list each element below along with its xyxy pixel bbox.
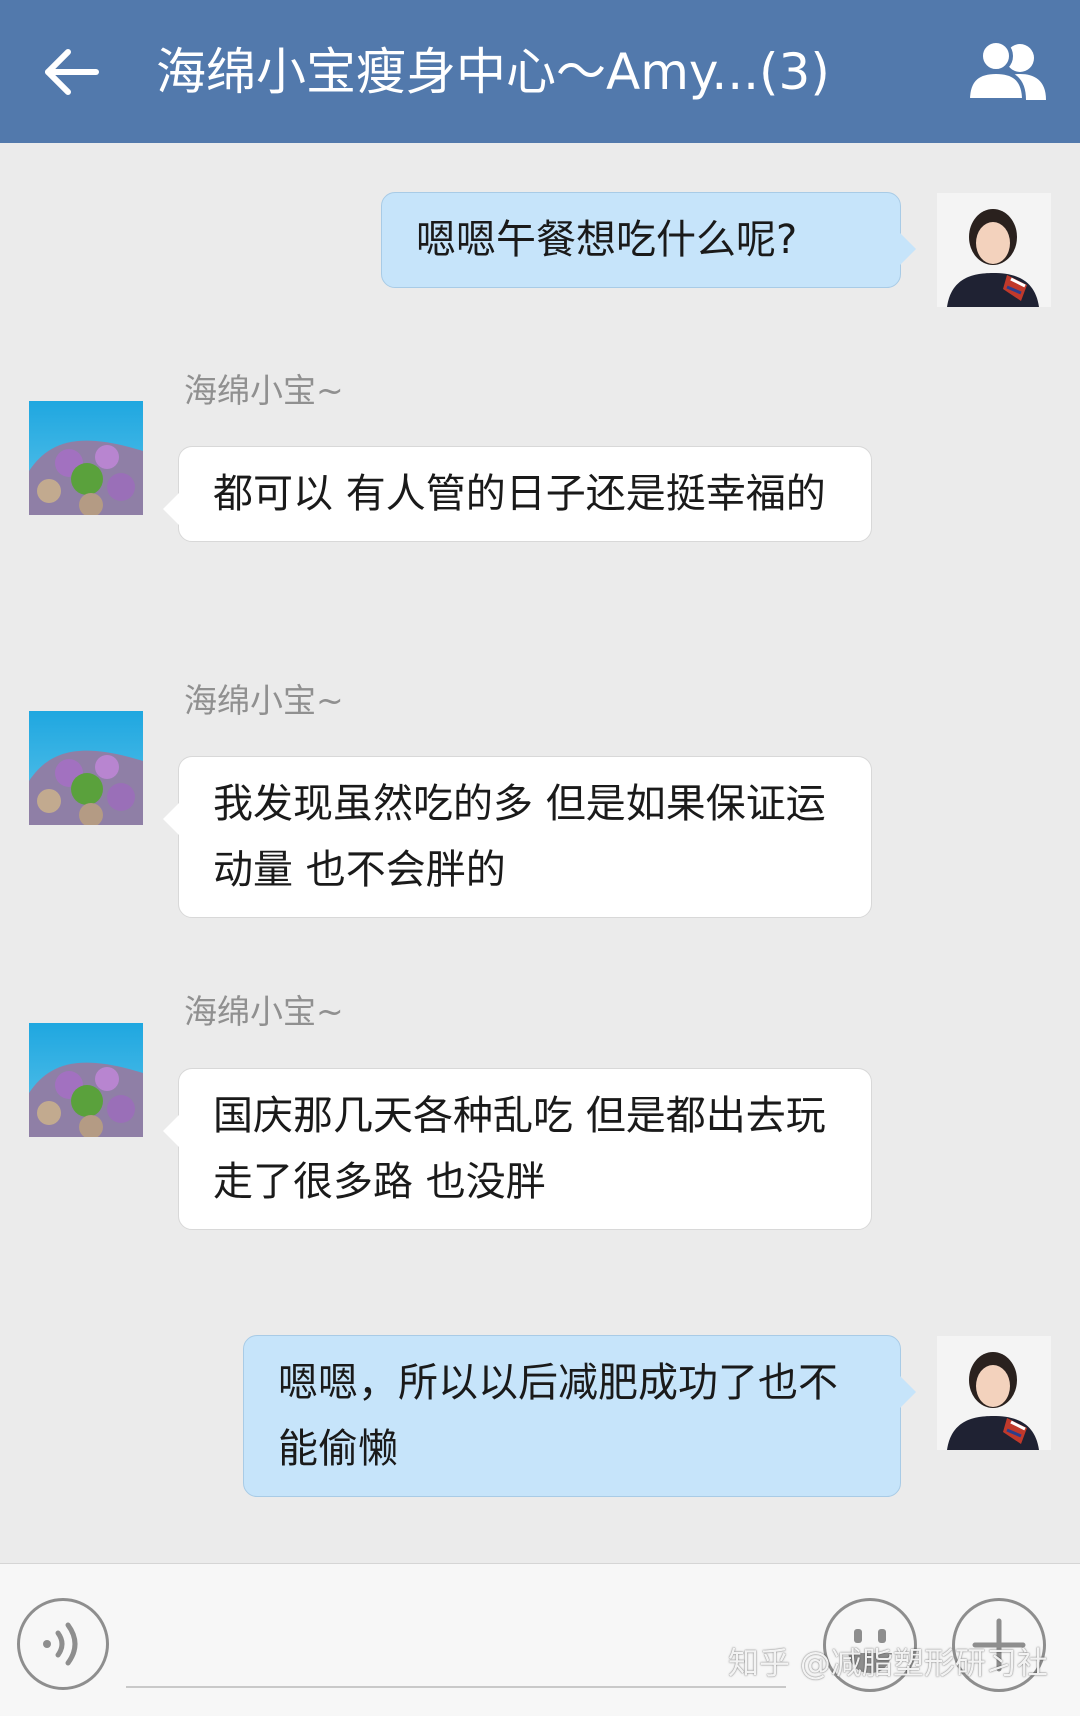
- voice-button[interactable]: [17, 1598, 109, 1690]
- incoming-message-bubble[interactable]: 我发现虽然吃的多 但是如果保证运动量 也不会胖的: [163, 756, 872, 918]
- my-avatar[interactable]: [937, 1336, 1051, 1450]
- message-text: 嗯嗯，所以以后减肥成功了也不能偷懒: [278, 1360, 838, 1472]
- watermark-text: 知乎 @减脂塑形研习社: [728, 1646, 1048, 1682]
- bubble-tail: [163, 493, 179, 525]
- sender-name: 海绵小宝~: [184, 681, 344, 720]
- woman-portrait-image: [937, 1336, 1051, 1450]
- incoming-message-bubble[interactable]: 都可以 有人管的日子还是挺幸福的: [163, 446, 872, 542]
- message-text: 嗯嗯午餐想吃什么呢?: [416, 217, 798, 263]
- message-text: 都可以 有人管的日子还是挺幸福的: [213, 471, 826, 517]
- coral-reef-image: [29, 1023, 143, 1137]
- input-bar: 知乎 @减脂塑形研习社: [0, 1563, 1080, 1716]
- woman-portrait-image: [937, 193, 1051, 307]
- coral-reef-image: [29, 401, 143, 515]
- back-button[interactable]: [36, 35, 110, 109]
- contact-avatar[interactable]: [29, 1023, 143, 1137]
- group-members-button[interactable]: [964, 36, 1054, 106]
- sender-name: 海绵小宝~: [184, 371, 344, 410]
- group-members-icon: [965, 39, 1046, 102]
- coral-reef-image: [29, 711, 143, 825]
- bubble-tail: [900, 1376, 916, 1408]
- chat-header: 海绵小宝瘦身中心～Amy...(3): [0, 0, 1080, 143]
- chat-title: 海绵小宝瘦身中心～Amy...(3): [156, 43, 830, 101]
- contact-avatar[interactable]: [29, 711, 143, 825]
- incoming-message-bubble[interactable]: 国庆那几天各种乱吃 但是都出去玩走了很多路 也没胖: [163, 1068, 872, 1230]
- outgoing-message-bubble[interactable]: 嗯嗯，所以以后减肥成功了也不能偷懒: [243, 1335, 916, 1497]
- sender-name: 海绵小宝~: [184, 992, 344, 1031]
- bubble-tail: [163, 803, 179, 835]
- bubble-tail: [900, 233, 916, 265]
- voice-icon: [43, 1622, 78, 1666]
- contact-avatar[interactable]: [29, 401, 143, 515]
- message-input[interactable]: [126, 1604, 786, 1688]
- message-text: 国庆那几天各种乱吃 但是都出去玩走了很多路 也没胖: [213, 1093, 826, 1205]
- arrow-left-icon: [45, 49, 99, 95]
- message-text: 我发现虽然吃的多 但是如果保证运动量 也不会胖的: [213, 781, 826, 893]
- outgoing-message-bubble[interactable]: 嗯嗯午餐想吃什么呢?: [381, 192, 916, 288]
- bubble-tail: [163, 1115, 179, 1147]
- message-list[interactable]: 嗯嗯午餐想吃什么呢? 海绵小宝~ 都可以 有人管的日子还是挺幸福的 海绵小宝~ …: [0, 143, 1080, 1563]
- my-avatar[interactable]: [937, 193, 1051, 307]
